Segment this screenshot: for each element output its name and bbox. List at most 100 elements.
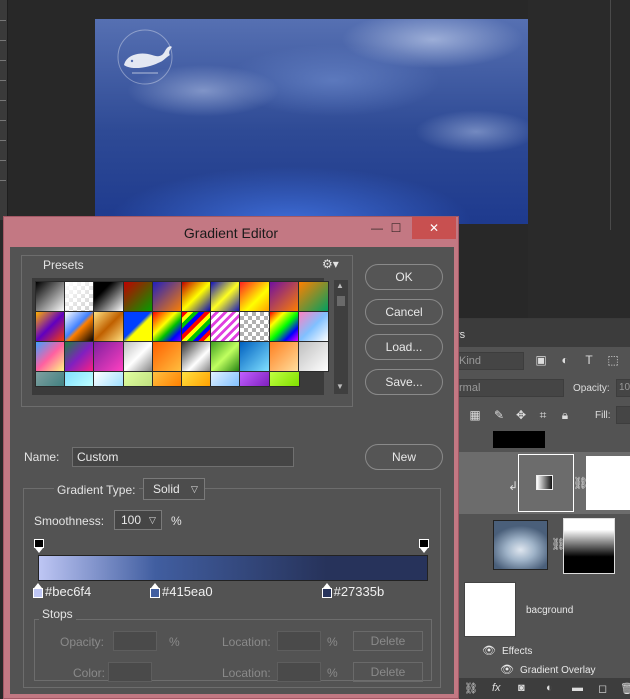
maximize-button[interactable]: ☐: [381, 217, 411, 239]
stop-color-swatch[interactable]: [108, 662, 152, 682]
scroll-down-icon[interactable]: ▼: [336, 382, 344, 391]
gradient-fill-thumbnail[interactable]: [518, 454, 574, 512]
layer-color-swatch[interactable]: [493, 431, 545, 448]
opacity-stop-right[interactable]: [419, 539, 429, 553]
preset-swatch[interactable]: [122, 371, 154, 387]
eye-icon[interactable]: 👁︎: [482, 644, 496, 657]
load-button[interactable]: Load...: [365, 334, 443, 360]
link-layers-icon[interactable]: ⛓: [464, 682, 478, 695]
preset-swatch[interactable]: [210, 371, 242, 387]
effects-row[interactable]: 👁︎ Effects: [482, 644, 532, 657]
gradient-bar[interactable]: [38, 555, 428, 581]
save-button[interactable]: Save...: [365, 369, 443, 395]
preset-swatch[interactable]: [64, 281, 96, 312]
opacity-field[interactable]: 10: [616, 379, 630, 397]
document-canvas[interactable]: [95, 19, 528, 224]
ok-button[interactable]: OK: [365, 264, 443, 290]
shape-filter-icon[interactable]: ⬚: [606, 353, 620, 367]
preset-swatch[interactable]: [35, 371, 66, 387]
photo-layer-mask-thumbnail[interactable]: [563, 518, 615, 574]
preset-swatch[interactable]: [122, 311, 154, 342]
preset-swatch[interactable]: [239, 311, 271, 342]
layer-mask-thumbnail[interactable]: [586, 456, 630, 510]
scroll-thumb[interactable]: [337, 296, 345, 306]
stop-color-location-field[interactable]: [277, 662, 321, 682]
preset-swatch[interactable]: [93, 341, 125, 372]
pixel-filter-icon[interactable]: ▣: [534, 353, 548, 367]
fx-icon[interactable]: fx: [492, 682, 501, 694]
presets-scrollbar[interactable]: ▲ ▼: [334, 280, 348, 394]
preset-swatch[interactable]: [268, 371, 300, 387]
effect-item-row[interactable]: 👁︎ Gradient Overlay: [500, 663, 596, 676]
type-filter-icon[interactable]: T: [582, 353, 596, 367]
preset-swatch[interactable]: [210, 311, 242, 342]
add-mask-icon[interactable]: ◙: [518, 682, 525, 694]
fill-field[interactable]: [616, 406, 630, 424]
preset-swatch[interactable]: [93, 371, 125, 387]
preset-swatch[interactable]: [297, 341, 329, 372]
delete-opacity-stop-button[interactable]: Delete: [353, 631, 423, 651]
preset-swatch[interactable]: [122, 281, 154, 312]
adjustment-filter-icon[interactable]: ◐: [558, 353, 572, 367]
eye-icon[interactable]: 👁︎: [500, 663, 514, 676]
preset-swatch[interactable]: [210, 281, 242, 312]
lock-position-icon[interactable]: ✥: [514, 408, 528, 422]
preset-swatch[interactable]: [268, 281, 300, 312]
background-layer-thumbnail[interactable]: [464, 582, 516, 637]
preset-swatch[interactable]: [35, 311, 66, 342]
lock-transparent-icon[interactable]: ▦: [468, 408, 482, 422]
opacity-stop-left[interactable]: [34, 539, 44, 553]
preset-swatch[interactable]: [151, 341, 183, 372]
cancel-button[interactable]: Cancel: [365, 299, 443, 325]
preset-swatch[interactable]: [297, 281, 329, 312]
preset-swatch[interactable]: [93, 281, 125, 312]
chevron-down-icon[interactable]: ▽: [149, 515, 156, 526]
close-button[interactable]: ✕: [412, 217, 456, 239]
color-stop[interactable]: [33, 583, 43, 598]
preset-swatch[interactable]: [151, 281, 183, 312]
stop-opacity-field[interactable]: [113, 631, 157, 651]
preset-swatch[interactable]: [181, 341, 212, 372]
preset-swatch[interactable]: [181, 311, 212, 342]
scroll-up-icon[interactable]: ▲: [336, 281, 344, 290]
new-adjustment-icon[interactable]: ◐: [546, 682, 553, 694]
preset-swatch[interactable]: [268, 341, 300, 372]
preset-swatch[interactable]: [35, 341, 66, 372]
new-layer-icon[interactable]: ◻: [598, 682, 607, 695]
preset-swatch[interactable]: [151, 311, 183, 342]
lock-artboard-icon[interactable]: ⌗: [536, 408, 550, 422]
preset-swatch[interactable]: [181, 281, 212, 312]
lock-pixels-icon[interactable]: ✎: [492, 408, 506, 422]
delete-color-stop-button[interactable]: Delete: [353, 662, 423, 682]
smoothness-field[interactable]: 100 ▽: [114, 510, 162, 530]
preset-swatch[interactable]: [210, 341, 242, 372]
kind-filter-select[interactable]: Kind: [456, 352, 524, 370]
preset-swatch[interactable]: [239, 341, 271, 372]
preset-swatch[interactable]: [35, 281, 66, 312]
preset-swatch[interactable]: [151, 371, 183, 387]
preset-swatch[interactable]: [268, 311, 300, 342]
photo-layer-thumbnail[interactable]: [493, 520, 548, 570]
preset-swatch[interactable]: [122, 341, 154, 372]
gradient-type-select[interactable]: Solid ▽: [143, 478, 205, 500]
lock-all-icon[interactable]: 🔒︎: [558, 408, 572, 422]
name-field[interactable]: Custom: [72, 447, 294, 467]
preset-swatch[interactable]: [64, 341, 96, 372]
gear-icon[interactable]: ⚙▾: [322, 257, 339, 271]
preset-swatch[interactable]: [64, 371, 96, 387]
blend-mode-select[interactable]: rmal: [456, 379, 564, 397]
new-group-icon[interactable]: ▬: [572, 682, 583, 694]
color-stop[interactable]: [321, 583, 332, 598]
trash-icon[interactable]: 🗑︎: [620, 682, 630, 695]
new-button[interactable]: New: [365, 444, 443, 470]
color-stop[interactable]: [150, 583, 160, 598]
preset-swatch[interactable]: [239, 281, 271, 312]
preset-swatch[interactable]: [239, 371, 271, 387]
title-bar[interactable]: Gradient Editor — ☐ ✕: [4, 217, 458, 247]
preset-swatch[interactable]: [93, 311, 125, 342]
preset-swatch[interactable]: [64, 311, 96, 342]
preset-swatch[interactable]: [181, 371, 212, 387]
preset-swatch[interactable]: [297, 311, 329, 342]
layer-name[interactable]: bacground: [526, 605, 573, 616]
stop-location-field[interactable]: [277, 631, 321, 651]
